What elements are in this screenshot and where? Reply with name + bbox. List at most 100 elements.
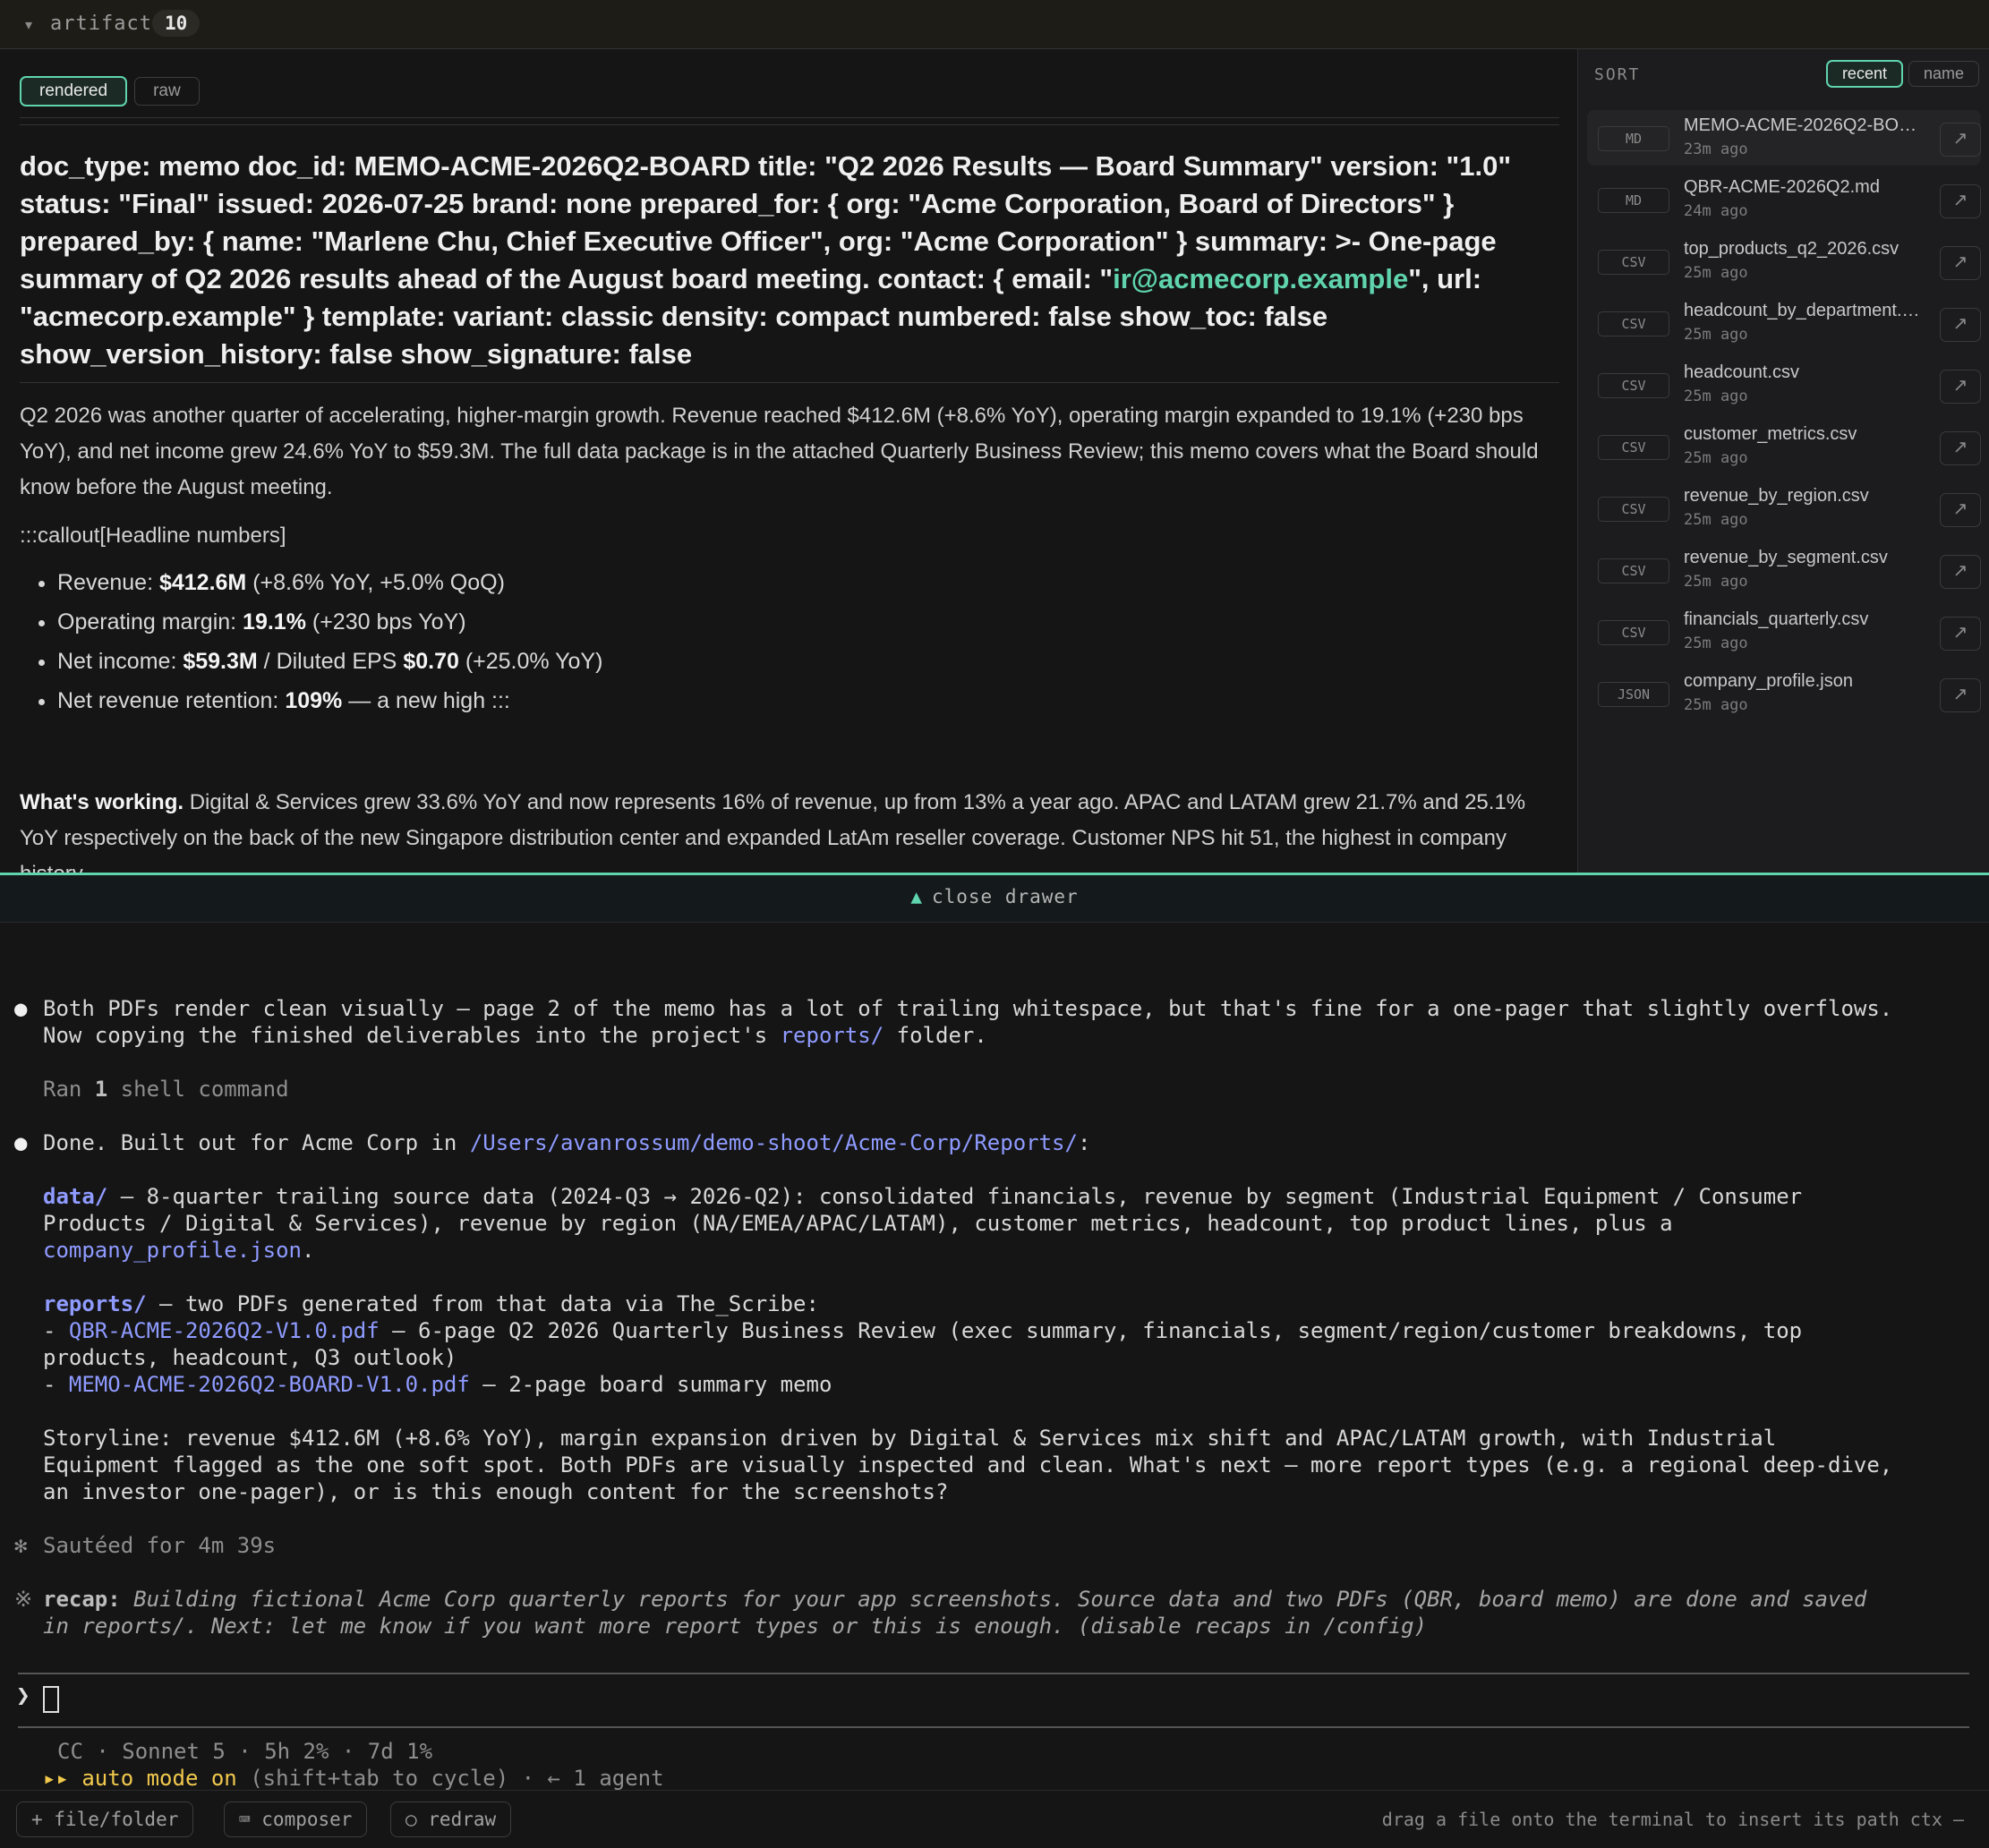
file-name: revenue_by_segment.csv [1684, 548, 1888, 567]
recap-line: recap: Building fictional Acme Corp quar… [43, 1587, 1867, 1612]
open-external-icon[interactable]: ↗ [1940, 370, 1981, 404]
terminal-line: Both PDFs render clean visually — page 2… [43, 996, 1893, 1021]
terminal-line: Now copying the finished deliverables in… [43, 1023, 987, 1048]
file-item[interactable]: CSV financials_quarterly.csv 25m ago ↗ [1587, 604, 1981, 660]
input-cursor[interactable] [43, 1686, 59, 1713]
file-name: headcount_by_department.csv [1684, 301, 1925, 320]
tool-call-summary[interactable]: Ran 1 shell command [43, 1076, 289, 1103]
open-external-icon[interactable]: ↗ [1940, 308, 1981, 342]
terminal-line: company_profile.json. [43, 1238, 315, 1263]
artifact-sidebar: SORT recentname MD MEMO-ACME-2026Q2-BOARD… [1577, 49, 1989, 873]
file-type-badge: CSV [1598, 311, 1669, 336]
close-drawer-bar[interactable]: ▲ close drawer [0, 873, 1989, 923]
open-external-icon[interactable]: ↗ [1940, 431, 1981, 465]
artifacts-title: artifacts [50, 13, 166, 35]
elapsed-time: Sautéed for 4m 39s [43, 1533, 277, 1558]
rendered-tab[interactable]: rendered [20, 76, 128, 106]
file-name: top_products_q2_2026.csv [1684, 239, 1899, 259]
file-name: MEMO-ACME-2026Q2-BOARD-V1.0.md [1684, 115, 1925, 135]
redraw-button[interactable]: ○ redraw [390, 1801, 512, 1837]
input-top-border [18, 1673, 1969, 1674]
file-time: 25m ago [1684, 696, 1748, 714]
data-folder-link[interactable]: data/ [43, 1184, 107, 1209]
divider [20, 124, 1559, 125]
artifacts-header[interactable]: ▾ artifacts 10 [0, 0, 1989, 49]
view-toggle: rendered raw [20, 76, 207, 106]
terminal-line: Storyline: revenue $412.6M (+8.6% YoY), … [43, 1426, 1777, 1451]
file-item[interactable]: MD QBR-ACME-2026Q2.md 24m ago ↗ [1587, 172, 1981, 227]
summary-paragraph: Q2 2026 was another quarter of accelerat… [20, 404, 1539, 499]
reports-path-link[interactable]: /Users/avanrossum/demo-shoot/Acme-Corp/R… [470, 1130, 1078, 1155]
sort-recent-button[interactable]: recent [1825, 60, 1903, 88]
file-time: 25m ago [1684, 387, 1748, 405]
file-time: 25m ago [1684, 326, 1748, 344]
collapse-triangle-icon[interactable]: ▾ [25, 16, 32, 34]
list-item: Revenue: $412.6M (+8.6% YoY, +5.0% QoQ) [57, 563, 602, 602]
open-external-icon[interactable]: ↗ [1940, 493, 1981, 527]
up-triangle-icon: ▲ [910, 886, 923, 907]
file-item[interactable]: CSV headcount.csv 25m ago ↗ [1587, 357, 1981, 413]
recap-reference-icon: ※ [14, 1587, 33, 1612]
file-type-badge: MD [1598, 188, 1669, 213]
sort-label: SORT [1594, 65, 1641, 84]
file-name: company_profile.json [1684, 671, 1853, 691]
open-external-icon[interactable]: ↗ [1940, 555, 1981, 589]
file-type-badge: CSV [1598, 373, 1669, 398]
file-item[interactable]: CSV headcount_by_department.csv 25m ago ↗ [1587, 295, 1981, 351]
sort-name-button[interactable]: name [1908, 61, 1979, 87]
terminal-line: - QBR-ACME-2026Q2-V1.0.pdf — 6-page Q2 2… [43, 1318, 1803, 1343]
memo-pdf-link[interactable]: MEMO-ACME-2026Q2-BOARD-V1.0.pdf [69, 1372, 470, 1397]
terminal-line: - MEMO-ACME-2026Q2-BOARD-V1.0.pdf — 2-pa… [43, 1372, 832, 1397]
qbr-pdf-link[interactable]: QBR-ACME-2026Q2-V1.0.pdf [69, 1318, 380, 1343]
terminal-output[interactable]: ● Both PDFs render clean visually — page… [0, 922, 1989, 1790]
file-item[interactable]: JSON company_profile.json 25m ago ↗ [1587, 666, 1981, 721]
open-external-icon[interactable]: ↗ [1940, 246, 1981, 280]
file-time: 25m ago [1684, 511, 1748, 529]
file-type-badge: JSON [1598, 682, 1669, 707]
callout-marker: :::callout[Headline numbers] [20, 524, 286, 548]
file-time: 25m ago [1684, 634, 1748, 652]
file-type-badge: CSV [1598, 497, 1669, 522]
footer-toolbar: + file/folder ⌨ composer ○ redraw drag a… [0, 1790, 1989, 1848]
company-profile-link[interactable]: company_profile.json [43, 1238, 302, 1263]
open-external-icon[interactable]: ↗ [1940, 184, 1981, 218]
status-line: CC · Sonnet 5 · 5h 2% · 7d 1% [57, 1739, 433, 1764]
raw-tab[interactable]: raw [134, 77, 200, 106]
file-time: 25m ago [1684, 449, 1748, 467]
reports-folder-link[interactable]: reports/ [43, 1291, 147, 1316]
file-item[interactable]: CSV revenue_by_region.csv 25m ago ↗ [1587, 481, 1981, 536]
file-item[interactable]: CSV customer_metrics.csv 25m ago ↗ [1587, 419, 1981, 474]
document-preview: rendered raw doc_type: memo doc_id: MEMO-… [0, 49, 1577, 873]
composer-button[interactable]: ⌨ composer [224, 1801, 368, 1837]
message-bullet-icon: ● [14, 1130, 28, 1155]
file-item[interactable]: CSV revenue_by_segment.csv 25m ago ↗ [1587, 542, 1981, 598]
terminal-line: reports/ — two PDFs generated from that … [43, 1291, 819, 1316]
file-item[interactable]: CSV top_products_q2_2026.csv 25m ago ↗ [1587, 234, 1981, 289]
add-file-folder-button[interactable]: + file/folder [16, 1801, 194, 1837]
file-type-badge: CSV [1598, 435, 1669, 460]
input-bottom-border [18, 1726, 1969, 1728]
terminal-line: an investor one-pager), or is this enoug… [43, 1479, 949, 1504]
mode-line[interactable]: ▸▸ auto mode on (shift+tab to cycle) · ←… [43, 1765, 664, 1792]
open-external-icon[interactable]: ↗ [1940, 123, 1981, 157]
terminal-line: Equipment flagged as the one soft spot. … [43, 1452, 1893, 1478]
reports-folder-link[interactable]: reports/ [781, 1023, 884, 1048]
file-type-badge: CSV [1598, 250, 1669, 275]
drag-hint: drag a file onto the terminal to insert … [1381, 1809, 1964, 1830]
open-external-icon[interactable]: ↗ [1940, 678, 1981, 712]
auto-mode-label: auto mode on [81, 1766, 237, 1791]
list-item: Net revenue retention: 109% — a new high… [57, 681, 602, 720]
artifacts-count-badge: 10 [152, 10, 201, 37]
file-name: revenue_by_region.csv [1684, 486, 1869, 506]
headline-numbers-list: Revenue: $412.6M (+8.6% YoY, +5.0% QoQ) … [20, 563, 602, 720]
contact-email-link[interactable]: ir@acmecorp.example [1113, 263, 1408, 294]
file-item[interactable]: MD MEMO-ACME-2026Q2-BOARD-V1.0.md 23m ago ↗ [1587, 110, 1981, 166]
terminal-line: data/ — 8-quarter trailing source data (… [43, 1184, 1803, 1209]
file-time: 25m ago [1684, 264, 1748, 282]
terminal-line: Done. Built out for Acme Corp in /Users/… [43, 1130, 1091, 1155]
list-item: Operating margin: 19.1% (+230 bps YoY) [57, 602, 602, 642]
terminal-line: products, headcount, Q3 outlook) [43, 1345, 457, 1370]
open-external-icon[interactable]: ↗ [1940, 617, 1981, 651]
list-item: Net income: $59.3M / Diluted EPS $0.70 (… [57, 642, 602, 681]
whats-working-paragraph: What's working. Digital & Services grew … [20, 790, 1526, 873]
